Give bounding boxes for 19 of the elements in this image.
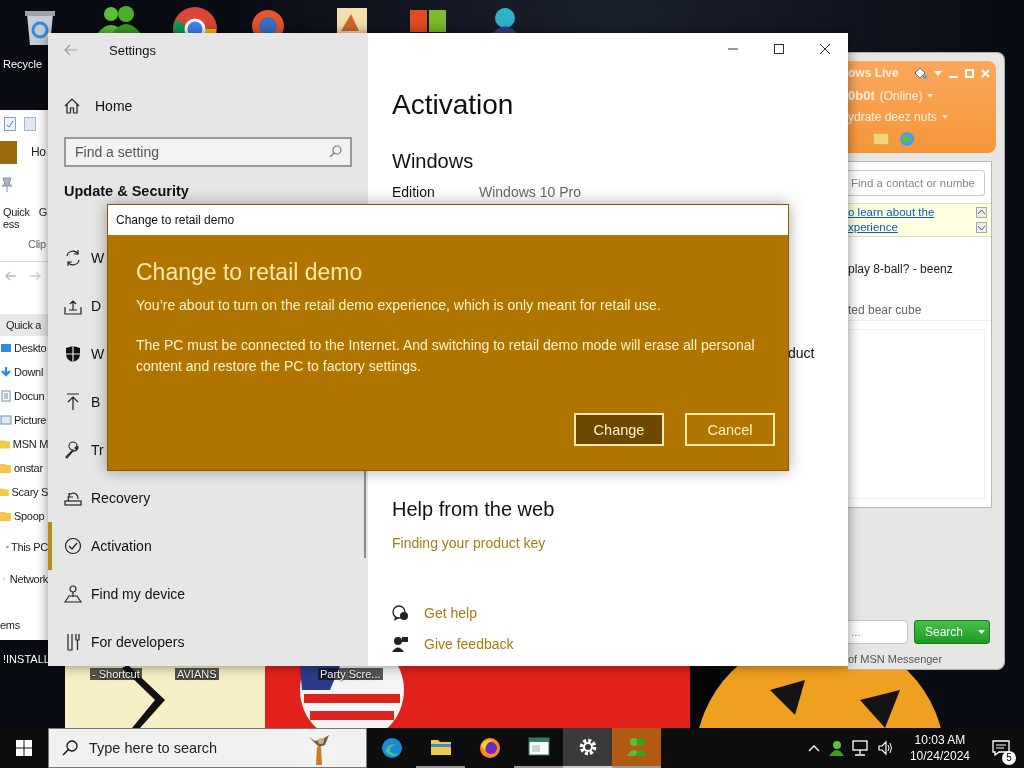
footer-text: of MSN Messenger [848, 653, 944, 665]
section-heading: Windows [392, 149, 474, 174]
clock-date: 10/24/2024 [909, 748, 970, 764]
status-text: ems [0, 619, 21, 631]
field-value: Windows 10 Pro [479, 183, 581, 202]
page-title: Activation [392, 88, 514, 122]
clock-time: 10:03 AM [914, 732, 966, 748]
window-title: Settings [109, 42, 156, 58]
body-text: duct [788, 344, 815, 363]
dialog-text: You’re about to turn on the retail demo experience, which is only meant for retail use. [136, 296, 662, 315]
app-title: ows Live [848, 66, 899, 80]
dialog-text: The PC must be connected to the Internet. And switching to retail demo mode will erase all personal content and restore the PC to factory settings. [136, 336, 756, 376]
dialog-heading: Change to retail demo [136, 258, 364, 287]
section-heading: Update & Security [64, 182, 190, 200]
section-heading: Help from the web [392, 497, 555, 522]
dialog-title-bar: Change to retail demo [108, 205, 788, 235]
notification-count: 5 [1002, 751, 1016, 765]
field-label: Edition [392, 183, 436, 202]
ribbon-group-label: Clip [27, 238, 47, 250]
